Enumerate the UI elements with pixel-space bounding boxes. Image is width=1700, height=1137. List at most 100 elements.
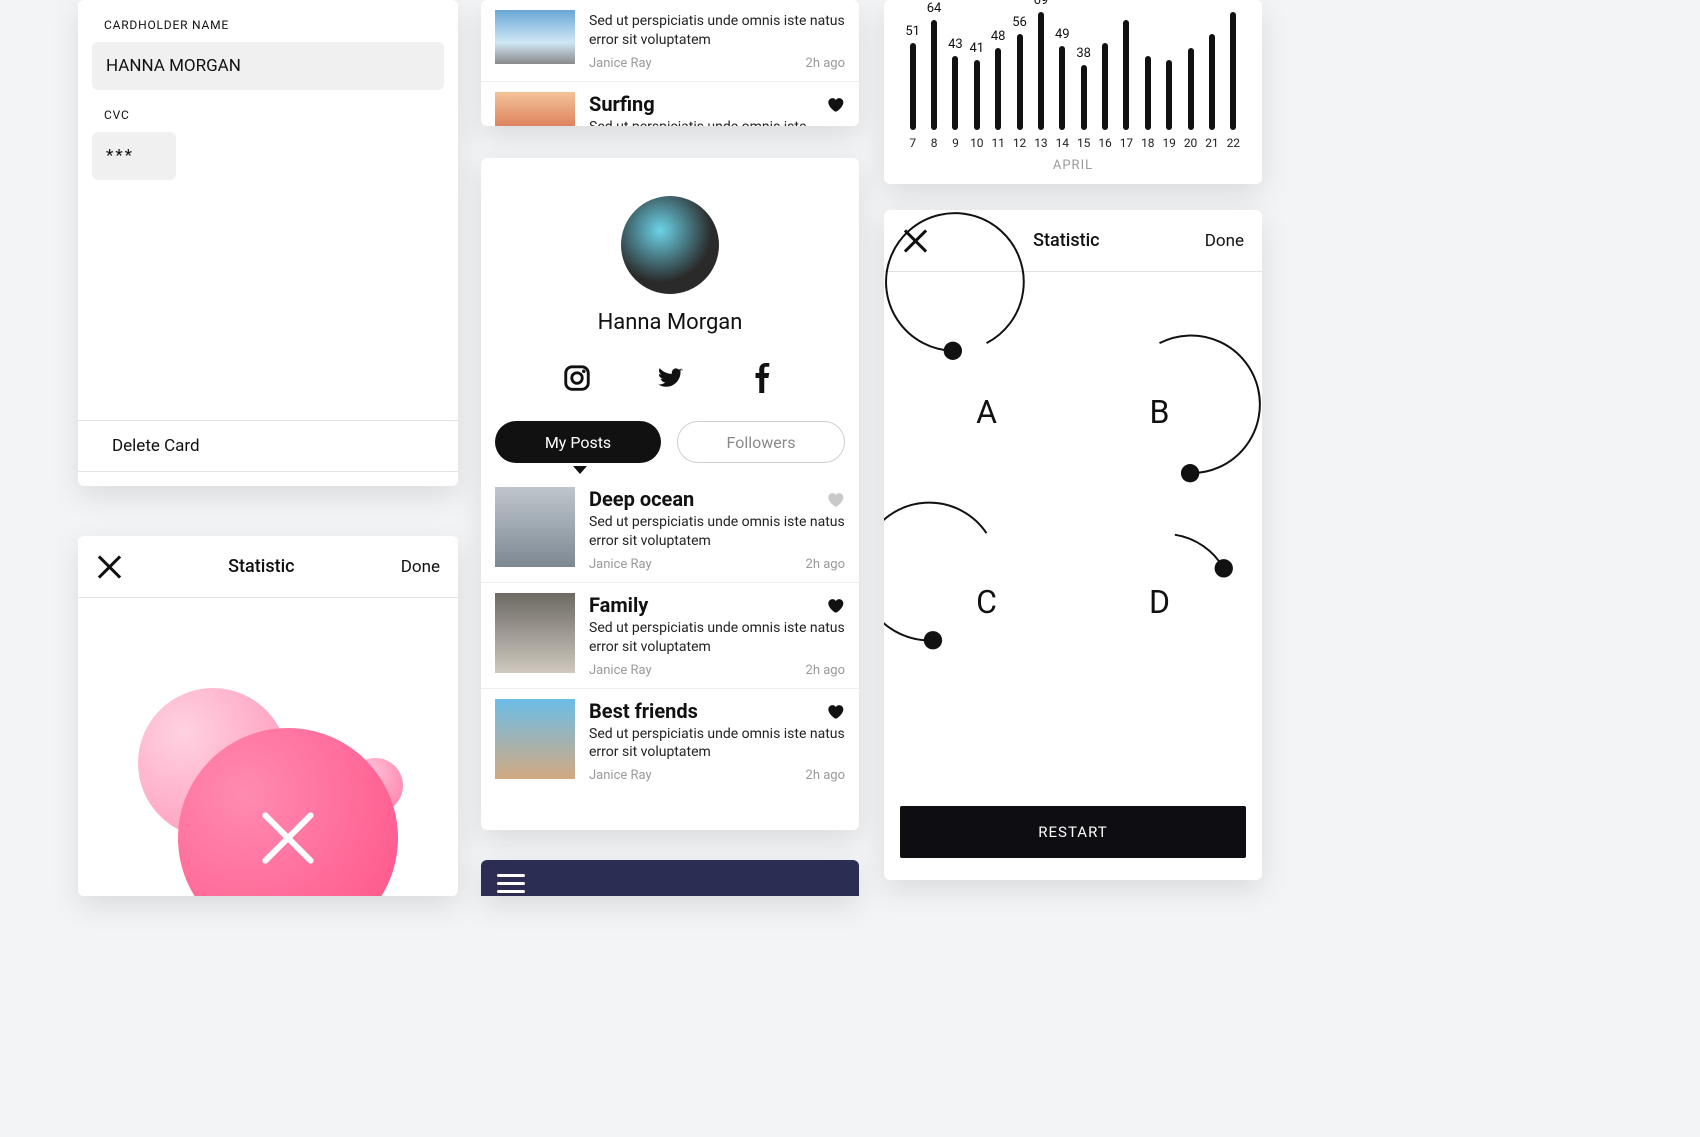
x-tick: 14 <box>1054 136 1071 150</box>
x-tick: 18 <box>1139 136 1156 150</box>
hamburger-icon[interactable] <box>497 874 525 893</box>
feed-item[interactable]: Sed ut perspiciatis unde omnis iste natu… <box>481 0 859 82</box>
profile-post[interactable]: Best friends Sed ut perspiciatis unde om… <box>481 689 859 794</box>
feed-desc: Sed ut perspiciatis unde omnis iste natu… <box>589 12 845 50</box>
bar <box>1139 52 1156 130</box>
x-tick: 17 <box>1118 136 1135 150</box>
x-tick: 12 <box>1011 136 1028 150</box>
cvc-label: CVC <box>104 108 444 122</box>
x-tick: 20 <box>1182 136 1199 150</box>
bar: 56 <box>1011 15 1028 130</box>
bar-value-label: 56 <box>1012 15 1027 30</box>
bubble-chart <box>78 598 458 896</box>
heart-icon[interactable] <box>825 489 845 509</box>
x-tick: 10 <box>968 136 985 150</box>
close-icon[interactable] <box>96 554 122 580</box>
facebook-icon[interactable] <box>748 363 778 393</box>
card-form-screen: CARDHOLDER NAME HANNA MORGAN CVC *** Del… <box>78 0 458 486</box>
bar-chart-x-axis: 78910111213141516171819202122 <box>900 130 1246 150</box>
bar: 64 <box>925 1 942 130</box>
done-button[interactable]: Done <box>401 557 440 577</box>
post-desc: Sed ut perspiciatis unde omnis iste natu… <box>589 725 845 763</box>
bar: 43 <box>947 37 964 130</box>
bar-value-label: 51 <box>905 24 920 39</box>
post-thumbnail <box>495 593 575 673</box>
feed-author: Janice Ray <box>589 56 652 71</box>
tab-my-posts[interactable]: My Posts <box>495 421 661 463</box>
twitter-icon[interactable] <box>655 363 685 393</box>
post-desc: Sed ut perspiciatis unde omnis iste natu… <box>589 619 845 657</box>
statistic-bubbles-screen: Statistic Done <box>78 536 458 896</box>
post-thumbnail <box>495 699 575 779</box>
x-tick: 16 <box>1096 136 1113 150</box>
post-author: Janice Ray <box>589 663 652 678</box>
post-title: Deep ocean <box>589 487 694 511</box>
bar <box>1118 16 1135 130</box>
close-icon[interactable] <box>902 228 928 254</box>
x-tick: 8 <box>925 136 942 150</box>
heart-icon[interactable] <box>825 94 845 114</box>
profile-post[interactable]: Family Sed ut perspiciatis unde omnis is… <box>481 583 859 689</box>
statistic-title: Statistic <box>228 556 294 577</box>
post-title: Best friends <box>589 699 698 723</box>
quiz-option-c[interactable]: C <box>910 522 1063 682</box>
feed-fragment-top: Sed ut perspiciatis unde omnis iste natu… <box>481 0 859 126</box>
instagram-icon[interactable] <box>562 363 592 393</box>
feed-thumbnail <box>495 92 575 126</box>
restart-button[interactable]: RESTART <box>900 806 1246 858</box>
post-time: 2h ago <box>806 768 845 783</box>
bar-value-label: 43 <box>948 37 963 52</box>
feed-item[interactable]: Surfing Sed ut perspiciatis unde omnis i… <box>481 82 859 126</box>
bar <box>1096 39 1113 130</box>
bar <box>1182 44 1199 130</box>
bar: 49 <box>1054 27 1071 130</box>
tab-followers[interactable]: Followers <box>677 421 845 463</box>
x-tick: 9 <box>947 136 964 150</box>
bar <box>1203 30 1220 130</box>
feed-time: 2h ago <box>806 56 845 71</box>
bar: 51 <box>904 24 921 130</box>
cardholder-label: CARDHOLDER NAME <box>104 18 444 32</box>
bar-chart-month-label: APRIL <box>900 158 1246 173</box>
delete-card-button[interactable]: Delete Card <box>92 421 444 471</box>
bar-chart-card: 516443414856694938 789101112131415161718… <box>884 0 1262 184</box>
active-tab-caret-icon <box>573 466 587 474</box>
bar: 48 <box>990 29 1007 130</box>
post-time: 2h ago <box>806 557 845 572</box>
x-tick: 13 <box>1032 136 1049 150</box>
bar: 41 <box>968 41 985 130</box>
bar: 69 <box>1032 0 1049 130</box>
quiz-option-d[interactable]: D <box>1083 522 1236 682</box>
avatar[interactable] <box>621 196 719 294</box>
post-title: Family <box>589 593 648 617</box>
profile-post[interactable]: Deep ocean Sed ut perspiciatis unde omni… <box>481 477 859 583</box>
quiz-option-a[interactable]: A <box>910 332 1063 492</box>
heart-icon[interactable] <box>825 595 845 615</box>
x-tick: 19 <box>1161 136 1178 150</box>
bar-value-label: 41 <box>970 41 985 56</box>
post-thumbnail <box>495 487 575 567</box>
cardholder-input[interactable]: HANNA MORGAN <box>92 42 444 90</box>
feed-desc: Sed ut perspiciatis unde omnis iste <box>589 118 845 126</box>
bar-value-label: 38 <box>1076 46 1091 61</box>
quiz-option-b[interactable]: B <box>1083 332 1236 492</box>
bar-chart: 51 64 43 41 48 56 69 49 38 <box>900 0 1246 130</box>
x-tick: 21 <box>1203 136 1220 150</box>
quiz-screen: Statistic Done A B C D RESTART <box>884 210 1262 880</box>
bar: 38 <box>1075 46 1092 130</box>
post-author: Janice Ray <box>589 768 652 783</box>
x-tick: 15 <box>1075 136 1092 150</box>
x-tick: 11 <box>990 136 1007 150</box>
bar-value-label: 49 <box>1055 27 1070 42</box>
profile-name: Hanna Morgan <box>481 310 859 335</box>
post-time: 2h ago <box>806 663 845 678</box>
bar-value-label: 69 <box>1034 0 1049 8</box>
cvc-input[interactable]: *** <box>92 132 176 180</box>
feed-title: Surfing <box>589 92 655 116</box>
done-button[interactable]: Done <box>1205 231 1244 251</box>
x-tick: 22 <box>1225 136 1242 150</box>
bar-value-label: 64 <box>927 1 942 16</box>
heart-icon[interactable] <box>825 701 845 721</box>
post-author: Janice Ray <box>589 557 652 572</box>
bar <box>1161 56 1178 130</box>
